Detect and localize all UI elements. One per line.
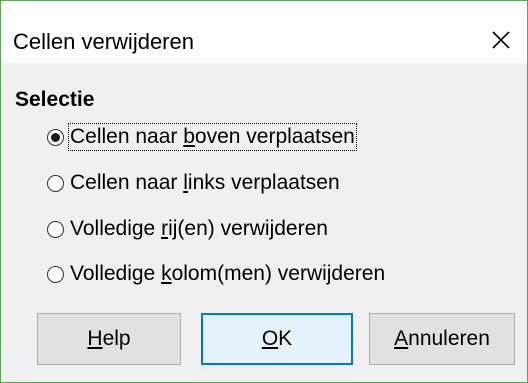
dialog-content: Selectie Cellen naar boven verplaatsen C… xyxy=(1,63,527,382)
option-shift-cells-up[interactable]: Cellen naar boven verplaatsen xyxy=(47,121,357,153)
delete-cells-dialog: Cellen verwijderen Selectie Cellen naar … xyxy=(0,0,528,383)
close-button[interactable] xyxy=(475,17,527,63)
option-label: Cellen naar boven verplaatsen xyxy=(68,123,357,151)
option-label: Volledige kolom(men) verwijderen xyxy=(70,262,386,285)
dialog-title: Cellen verwijderen xyxy=(13,29,194,54)
help-button[interactable]: Help xyxy=(37,313,181,365)
option-delete-entire-columns[interactable]: Volledige kolom(men) verwijderen xyxy=(47,258,385,290)
radio-shift-cells-left[interactable] xyxy=(47,174,64,192)
cancel-button[interactable]: Annuleren xyxy=(369,313,515,365)
option-delete-entire-rows[interactable]: Volledige rij(en) verwijderen xyxy=(47,213,328,245)
option-shift-cells-left[interactable]: Cellen naar links verplaatsen xyxy=(47,167,340,199)
radio-shift-cells-up[interactable] xyxy=(47,128,64,146)
option-label: Volledige rij(en) verwijderen xyxy=(70,217,328,240)
option-label: Cellen naar links verplaatsen xyxy=(70,171,340,194)
radio-delete-entire-rows[interactable] xyxy=(47,220,64,238)
section-title: Selectie xyxy=(15,88,95,111)
ok-button[interactable]: OK xyxy=(201,313,353,365)
radio-delete-entire-columns[interactable] xyxy=(47,265,64,283)
close-icon xyxy=(492,31,510,49)
title-bar: Cellen verwijderen xyxy=(1,1,527,63)
